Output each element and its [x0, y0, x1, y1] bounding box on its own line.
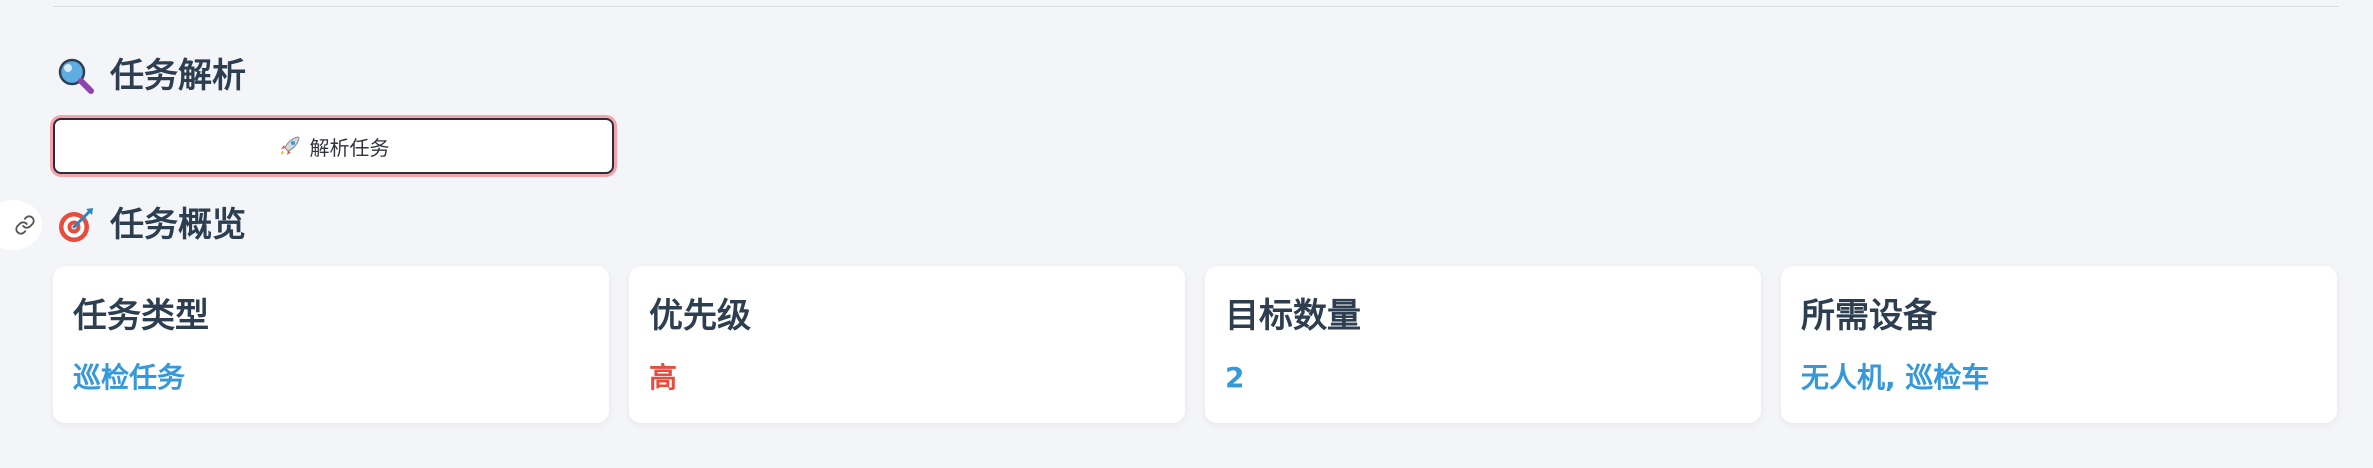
- card-priority: 优先级 高: [629, 266, 1185, 423]
- card-value: 巡检任务: [73, 360, 186, 394]
- card-label: 所需设备: [1801, 296, 1937, 336]
- card-value: 2: [1225, 360, 1245, 394]
- card-value: 高: [649, 360, 678, 394]
- magnifier-icon: [58, 58, 94, 94]
- section-title-task-parse: 任务解析: [56, 56, 246, 96]
- card-required-equipment: 所需设备 无人机, 巡检车: [1781, 266, 2337, 423]
- target-icon: [59, 208, 93, 242]
- overview-cards: 任务类型 巡检任务 优先级 高 目标数量 2 所需设备 无人机, 巡检车: [53, 266, 2337, 423]
- section-title-text: 任务解析: [110, 56, 246, 96]
- card-label: 目标数量: [1225, 296, 1361, 336]
- top-divider: [53, 6, 2339, 7]
- section-title-task-overview: 任务概览: [56, 205, 246, 245]
- section-title-text: 任务概览: [110, 205, 246, 245]
- card-target-count: 目标数量 2: [1205, 266, 1761, 423]
- card-value: 无人机, 巡检车: [1801, 360, 1990, 394]
- parse-task-button[interactable]: 解析任务: [53, 118, 614, 174]
- rocket-icon: [280, 136, 300, 155]
- section-link-anchor[interactable]: [0, 200, 42, 250]
- parse-task-button-label: 解析任务: [309, 135, 390, 160]
- card-label: 任务类型: [73, 296, 209, 336]
- link-icon: [15, 215, 35, 235]
- card-label: 优先级: [649, 296, 751, 336]
- card-task-type: 任务类型 巡检任务: [53, 266, 609, 423]
